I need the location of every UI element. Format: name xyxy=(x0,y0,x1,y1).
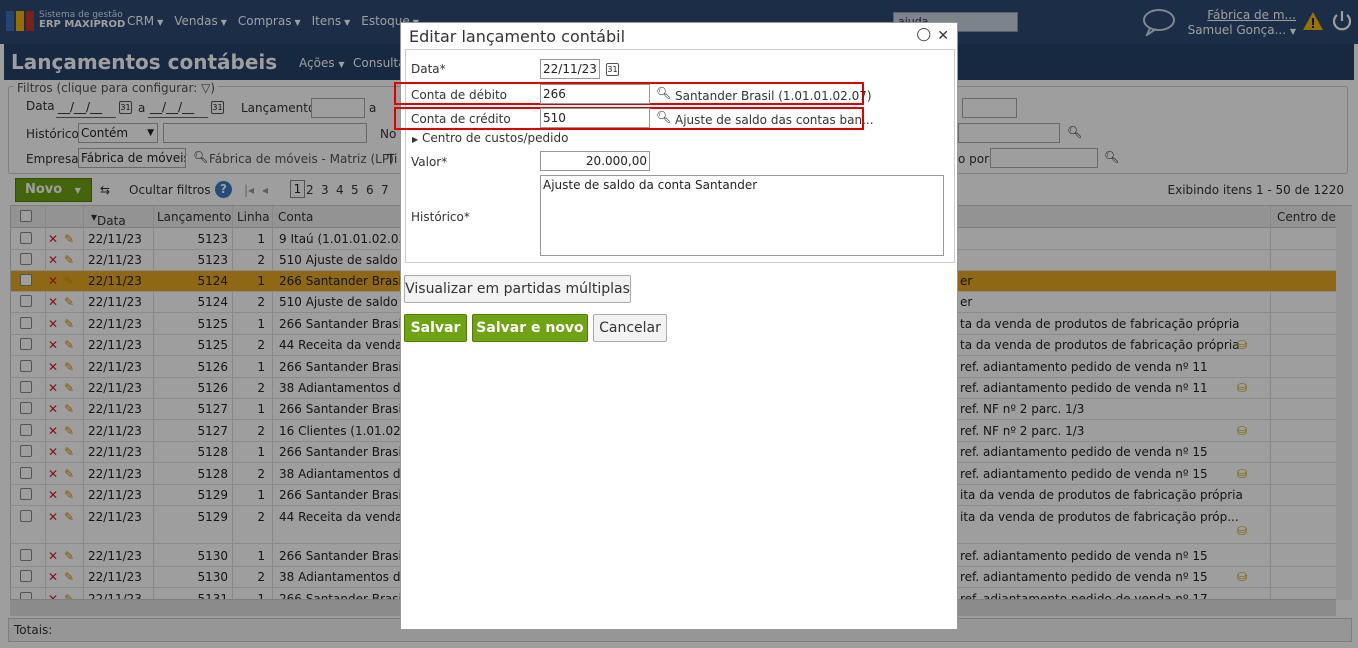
debit-account-input[interactable]: 266 xyxy=(540,84,650,104)
dialog-title: Editar lançamento contábil xyxy=(409,27,626,46)
credit-account-input[interactable]: 510 xyxy=(540,108,650,128)
hist-textarea[interactable]: Ajuste de saldo da conta Santander xyxy=(540,175,944,256)
cost-center-toggle[interactable]: ▶ Centro de custos/pedido xyxy=(412,131,568,145)
save-button[interactable]: Salvar xyxy=(404,314,467,342)
edit-entry-dialog: Editar lançamento contábil ◯ ✕ Data* 22/… xyxy=(394,22,958,630)
credit-label: Conta de crédito xyxy=(411,112,511,126)
debit-account-name: Santander Brasil (1.01.01.02.07) xyxy=(675,89,872,103)
debit-label: Conta de débito xyxy=(411,88,508,102)
credit-account-name: Ajuste de saldo das contas ban... xyxy=(675,113,874,127)
hist-label: Histórico* xyxy=(411,210,470,224)
close-icon[interactable]: ✕ xyxy=(937,28,949,44)
comment-icon[interactable]: ◯ xyxy=(916,27,931,42)
date-input[interactable]: 22/11/23 xyxy=(540,59,600,79)
cancel-button[interactable]: Cancelar xyxy=(593,314,667,342)
save-and-new-button[interactable]: Salvar e novo xyxy=(472,314,588,342)
valor-label: Valor* xyxy=(411,155,448,169)
entry-form: Data* 22/11/23 31 Conta de débito 266 🔍︎… xyxy=(394,49,955,263)
search-icon[interactable]: 🔍︎ xyxy=(656,86,671,100)
search-icon[interactable]: 🔍︎ xyxy=(656,110,671,124)
multiple-entries-button[interactable]: Visualizar em partidas múltiplas xyxy=(404,275,631,303)
valor-input[interactable]: 20.000,00 xyxy=(540,151,650,171)
date-label: Data* xyxy=(411,62,446,76)
cost-center-label: Centro de custos/pedido xyxy=(421,131,569,145)
calendar-icon[interactable]: 31 xyxy=(606,63,619,76)
